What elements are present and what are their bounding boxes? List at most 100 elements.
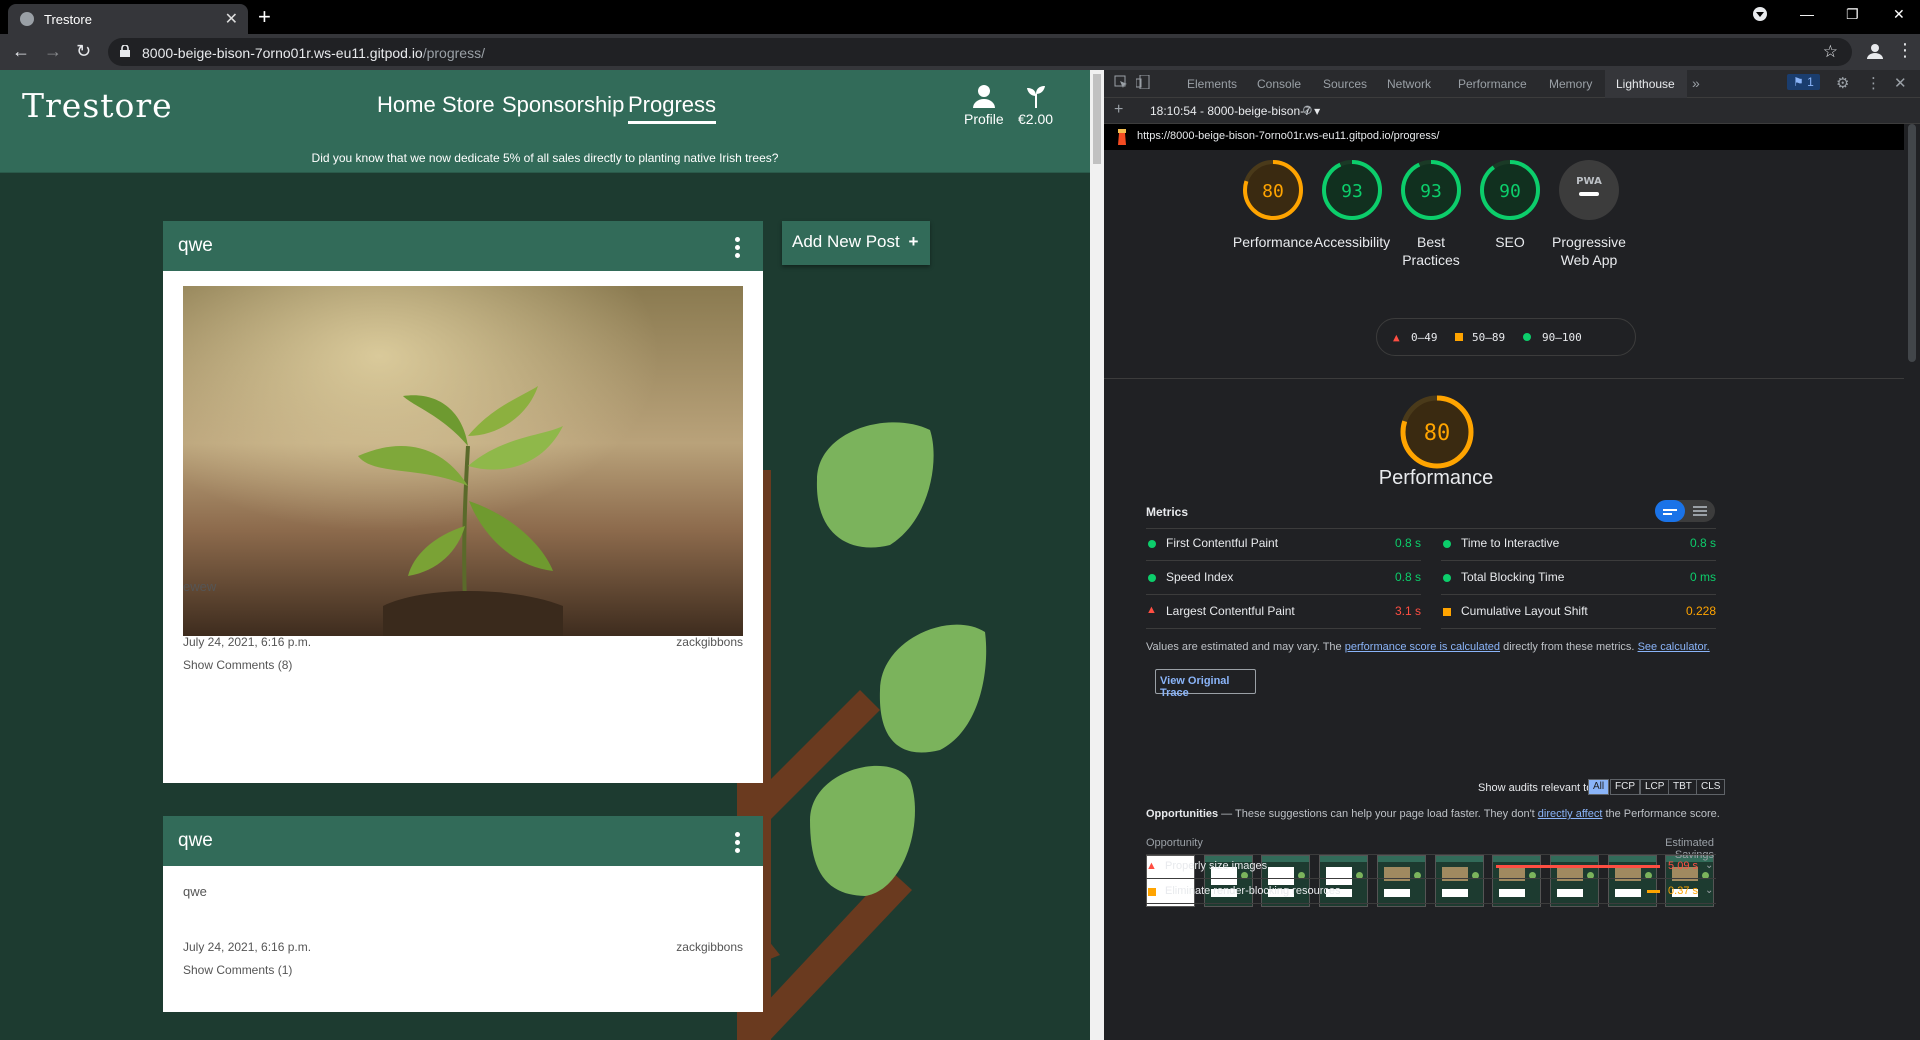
audit-filter-all[interactable]: All xyxy=(1588,779,1610,795)
opportunities-intro: Opportunities — These suggestions can he… xyxy=(1146,808,1720,820)
post-author[interactable]: zackgibbons xyxy=(676,940,743,954)
accessibility-gauge: 93 xyxy=(1322,160,1382,220)
tab-memory[interactable]: Memory xyxy=(1549,77,1592,91)
average-square-icon xyxy=(1148,888,1156,896)
metrics-divider xyxy=(1146,528,1716,529)
metric-row-divider xyxy=(1146,560,1421,561)
minimize-icon[interactable]: — xyxy=(1800,6,1814,22)
audit-filter-cls[interactable]: CLS xyxy=(1696,779,1726,795)
page-scrollbar-thumb[interactable] xyxy=(1093,74,1101,164)
tab-lighthouse[interactable]: Lighthouse xyxy=(1616,77,1675,91)
performance-gauge: 80 xyxy=(1243,160,1303,220)
more-tabs-icon[interactable]: » xyxy=(1692,75,1700,91)
section-divider xyxy=(1104,378,1904,379)
audit-filter-lcp[interactable]: LCP xyxy=(1640,779,1670,795)
url-text: 8000-beige-bison-7orno01r.ws-eu11.gitpod… xyxy=(142,45,485,61)
new-report-icon[interactable]: + xyxy=(1114,101,1123,119)
post-card: qwe ewew July 24, 2021, 6:16 p.m. zackgi… xyxy=(163,221,763,783)
chevron-down-icon[interactable]: ⌄ xyxy=(1705,885,1713,896)
reload-icon[interactable]: ↻ xyxy=(76,41,91,62)
restore-icon[interactable]: ❐ xyxy=(1846,6,1859,23)
show-audits-label: Show audits relevant to: xyxy=(1478,782,1596,794)
balance-link[interactable]: €2.00 xyxy=(1018,84,1053,127)
tab-network[interactable]: Network xyxy=(1387,77,1431,91)
issues-badge[interactable]: ⚑ 1 xyxy=(1787,74,1820,90)
devtools-scrollbar-thumb[interactable] xyxy=(1908,124,1916,362)
tab-performance[interactable]: Performance xyxy=(1458,77,1527,91)
list-view-icon[interactable] xyxy=(1693,506,1707,508)
close-window-icon[interactable]: ✕ xyxy=(1893,6,1905,23)
browser-tab[interactable]: Trestore ✕ xyxy=(8,4,248,34)
pass-circle-icon xyxy=(1148,540,1156,548)
metric-name: Largest Contentful Paint xyxy=(1166,604,1295,618)
tab-sources[interactable]: Sources xyxy=(1323,77,1367,91)
metric-row-divider xyxy=(1146,594,1421,595)
metric-value: 0.8 s xyxy=(1394,570,1421,584)
new-tab-icon[interactable]: + xyxy=(258,4,271,30)
pass-circle-icon xyxy=(1443,574,1451,582)
post-menu-icon[interactable] xyxy=(735,237,741,261)
post-title: qwe xyxy=(178,235,213,256)
close-devtools-icon[interactable]: ✕ xyxy=(1894,74,1907,92)
average-square-icon xyxy=(1455,333,1463,341)
opportunity-savings: 0.37 s xyxy=(1668,885,1698,897)
chrome-menu-icon[interactable]: ⋮ xyxy=(1896,40,1914,61)
profile-menu-icon[interactable] xyxy=(1752,6,1768,25)
metrics-view-toggle[interactable] xyxy=(1655,500,1715,522)
opportunities-title: Opportunities xyxy=(1146,808,1219,820)
fail-triangle-icon: ▲ xyxy=(1146,604,1157,616)
legend-fail: 0–49 xyxy=(1411,331,1438,344)
chevron-down-icon[interactable]: ⌄ xyxy=(1705,860,1713,871)
profile-link[interactable]: Profile xyxy=(964,84,1004,127)
view-original-trace-button[interactable]: View Original Trace xyxy=(1155,669,1256,699)
metric-name: Time to Interactive xyxy=(1461,536,1560,550)
page-scrollbar[interactable] xyxy=(1090,70,1104,1040)
svg-text:PWA: PWA xyxy=(1576,176,1602,187)
metric-name: Total Blocking Time xyxy=(1461,570,1565,584)
metric-value: 0.8 s xyxy=(1394,536,1421,550)
score-calc-link[interactable]: performance score is calculated xyxy=(1345,641,1500,653)
filmstrip-frame xyxy=(1319,855,1369,907)
show-comments-link[interactable]: Show Comments (8) xyxy=(183,658,292,672)
forward-icon[interactable]: → xyxy=(44,41,62,62)
score-pwa[interactable]: PWA Progressive Web App xyxy=(1534,158,1644,269)
opportunity-column: Opportunity xyxy=(1146,837,1203,849)
see-calculator-link[interactable]: See calculator. xyxy=(1638,641,1710,653)
directly-affect-link[interactable]: directly affect xyxy=(1538,808,1603,820)
post-image[interactable] xyxy=(183,286,743,636)
plus-icon: + xyxy=(908,232,919,251)
show-comments-link[interactable]: Show Comments (1) xyxy=(183,963,292,977)
inspect-element-icon[interactable] xyxy=(1114,75,1128,92)
nav-store[interactable]: Store xyxy=(442,92,495,118)
toggle-active-half[interactable] xyxy=(1655,500,1685,522)
close-tab-icon[interactable]: ✕ xyxy=(225,9,238,29)
nav-home[interactable]: Home xyxy=(377,92,436,118)
audit-filter-fcp[interactable]: FCP xyxy=(1610,779,1640,795)
clear-reports-icon[interactable]: ⊘ xyxy=(1302,102,1313,118)
nav-sponsorship[interactable]: Sponsorship xyxy=(502,92,624,118)
tab-elements[interactable]: Elements xyxy=(1187,77,1237,91)
site-logo[interactable]: Trestore xyxy=(22,86,173,125)
metrics-note: Values are estimated and may vary. The p… xyxy=(1146,641,1710,653)
bookmark-star-icon[interactable]: ☆ xyxy=(1823,42,1838,62)
post-menu-icon[interactable] xyxy=(735,832,741,856)
address-bar[interactable]: 8000-beige-bison-7orno01r.ws-eu11.gitpod… xyxy=(108,38,1852,66)
report-selector[interactable]: 18:10:54 - 8000-beige-bison-7 ▾ xyxy=(1150,104,1320,118)
account-icon[interactable] xyxy=(1866,42,1884,65)
website-viewport: Trestore Home Store Sponsorship Progress… xyxy=(0,70,1090,1040)
metric-value: 0.8 s xyxy=(1689,536,1716,550)
tab-console[interactable]: Console xyxy=(1257,77,1301,91)
settings-gear-icon[interactable]: ⚙ xyxy=(1836,74,1849,92)
nav-progress[interactable]: Progress xyxy=(628,92,717,124)
lighthouse-toolbar: + 18:10:54 - 8000-beige-bison-7 ▾ ⊘ xyxy=(1104,98,1920,124)
filmstrip-frame xyxy=(1492,855,1542,907)
report-url[interactable]: https://8000-beige-bison-7orno01r.ws-eu1… xyxy=(1137,130,1439,142)
devtools-menu-icon[interactable]: ⋮ xyxy=(1866,74,1881,92)
device-toolbar-icon[interactable] xyxy=(1135,74,1150,92)
add-new-post-button[interactable]: Add New Post + xyxy=(782,221,930,265)
back-icon[interactable]: ← xyxy=(12,41,30,62)
post-author[interactable]: zackgibbons xyxy=(676,635,743,649)
svg-text:93: 93 xyxy=(1420,181,1442,202)
devtools-scrollbar[interactable] xyxy=(1904,124,1920,1040)
audit-filter-tbt[interactable]: TBT xyxy=(1668,779,1697,795)
